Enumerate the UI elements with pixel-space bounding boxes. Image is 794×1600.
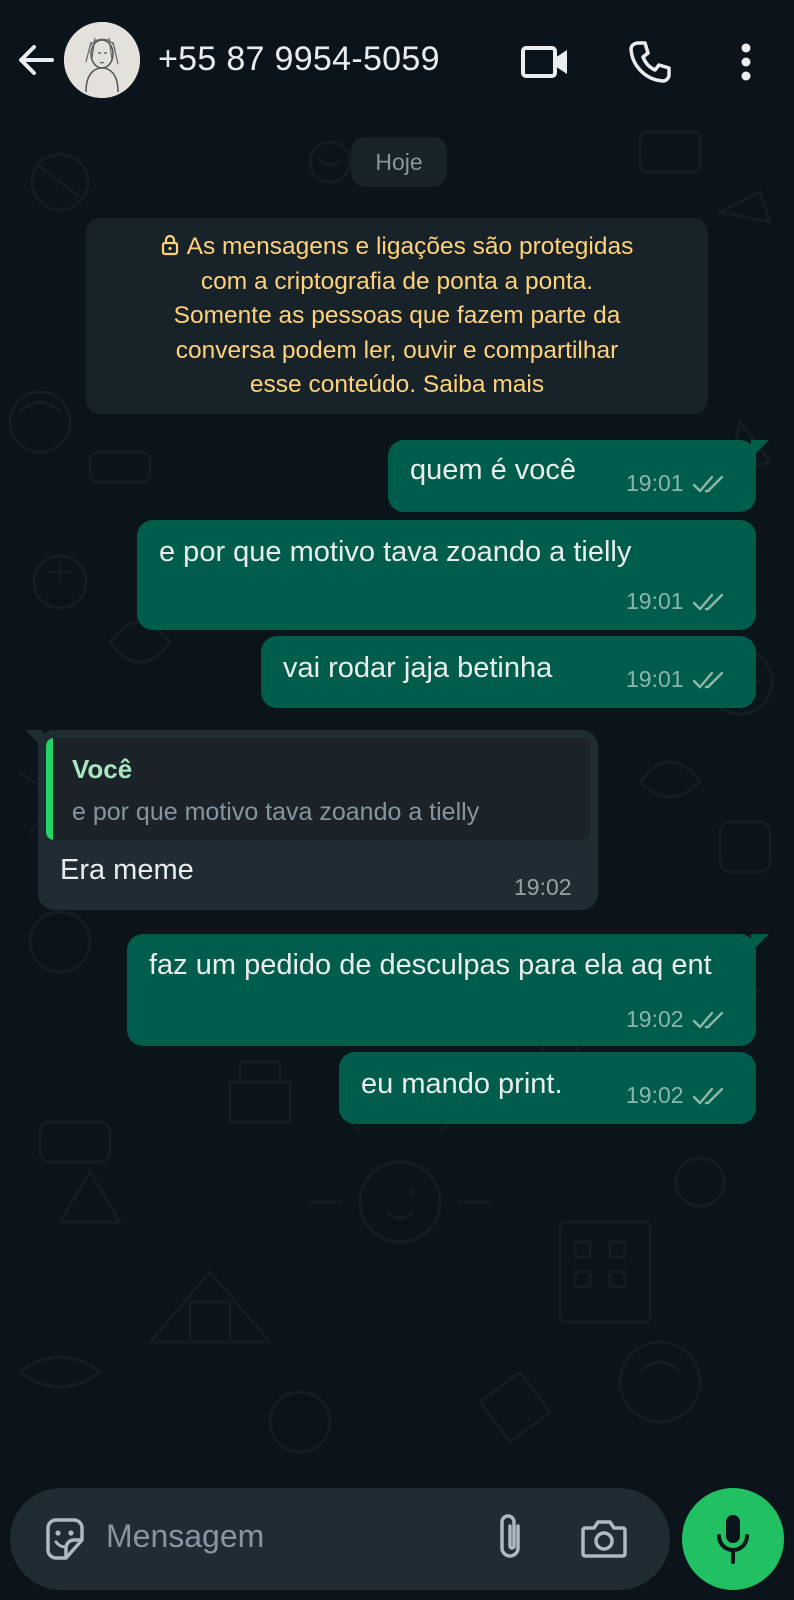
- read-ticks-icon: [692, 671, 723, 688]
- lock-icon: [161, 234, 178, 256]
- message-input[interactable]: Mensagem: [106, 1518, 264, 1555]
- encryption-notice-line: com a criptografia de ponta a ponta.: [200, 267, 594, 295]
- read-ticks-icon: [692, 1011, 723, 1028]
- message-text: eu mando print.: [361, 1068, 563, 1100]
- message-time: 19:01: [626, 666, 684, 692]
- outgoing-message[interactable]: quem é você 19:01: [388, 440, 769, 512]
- message-text: quem é você: [410, 454, 577, 486]
- encryption-notice[interactable]: As mensagens e ligações são protegidas c…: [86, 218, 708, 414]
- video-call-icon[interactable]: [520, 40, 572, 84]
- encryption-notice-line: esse conteúdo. Saiba mais: [249, 371, 545, 398]
- message-text: e por que motivo tava zoando a tielly: [159, 536, 632, 568]
- microphone-icon: [717, 1515, 749, 1564]
- message-time: 19:02: [514, 874, 572, 900]
- read-ticks-icon: [692, 593, 723, 610]
- message-text: faz um pedido de desculpas para ela aq e…: [149, 949, 712, 981]
- encryption-notice-line: As mensagens e ligações são protegidas: [106, 230, 688, 265]
- message-meta: 19:02: [626, 1082, 728, 1109]
- contact-name[interactable]: +55 87 9954-5059: [158, 40, 440, 79]
- outgoing-message[interactable]: e por que motivo tava zoando a tielly 19…: [137, 520, 756, 630]
- message-time: 19:02: [626, 1006, 684, 1032]
- outgoing-message[interactable]: faz um pedido de desculpas para ela aq e…: [127, 934, 769, 1046]
- read-ticks-icon: [692, 1087, 723, 1104]
- encryption-notice-line: conversa podem ler, ouvir e compartilhar: [175, 336, 619, 364]
- message-time: 19:02: [626, 1082, 684, 1108]
- message-meta: 19:01: [626, 470, 728, 497]
- message-text: vai rodar jaja betinha: [283, 652, 553, 684]
- bubble-tail: [751, 934, 769, 952]
- sticker-icon[interactable]: [42, 1516, 88, 1562]
- camera-icon[interactable]: [580, 1516, 628, 1560]
- message-meta: 19:01: [626, 666, 728, 693]
- date-chip: Hoje: [351, 137, 447, 187]
- quote-author: Você: [72, 754, 133, 784]
- attach-clip-icon[interactable]: [492, 1512, 528, 1564]
- more-vert-icon[interactable]: [728, 40, 764, 84]
- outgoing-message[interactable]: vai rodar jaja betinha 19:01: [261, 636, 756, 708]
- read-ticks-icon: [692, 475, 723, 492]
- chat-header: +55 87 9954-5059: [0, 0, 794, 122]
- outgoing-message[interactable]: eu mando print. 19:02: [339, 1052, 756, 1124]
- message-meta: 19:02: [514, 874, 572, 901]
- bubble-tail: [751, 440, 769, 458]
- encryption-notice-line: Somente as pessoas que fazem parte da: [173, 302, 621, 329]
- message-meta: 19:01: [626, 588, 728, 615]
- voice-message-button[interactable]: [682, 1488, 784, 1590]
- quote-text: e por que motivo tava zoando a tielly: [72, 798, 480, 826]
- message-composer[interactable]: Mensagem: [10, 1488, 670, 1590]
- avatar[interactable]: [64, 22, 140, 98]
- message-text: Era meme: [60, 854, 194, 886]
- quote-accent-bar: [46, 738, 53, 840]
- phone-icon[interactable]: [626, 38, 674, 86]
- message-time: 19:01: [626, 588, 684, 614]
- quoted-message[interactable]: Você e por que motivo tava zoando a tiel…: [46, 738, 590, 840]
- message-time: 19:01: [626, 470, 684, 496]
- bubble-tail: [25, 730, 43, 748]
- back-arrow-icon[interactable]: [14, 38, 58, 82]
- incoming-message[interactable]: Você e por que motivo tava zoando a tiel…: [25, 730, 598, 910]
- chat-area[interactable]: Hoje As mensagens e ligações são protegi…: [0, 122, 794, 1480]
- message-meta: 19:02: [626, 1006, 728, 1033]
